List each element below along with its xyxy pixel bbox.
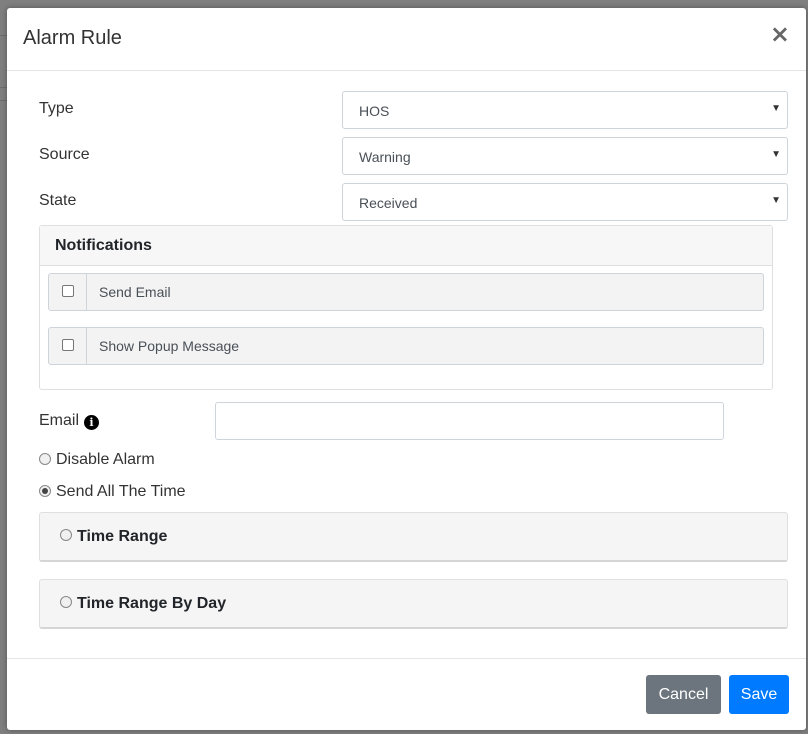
chevron-down-icon: ▼ bbox=[771, 103, 781, 114]
state-select[interactable]: Received ▼ bbox=[342, 183, 788, 221]
disable-alarm-label: Disable Alarm bbox=[56, 451, 155, 468]
save-button[interactable]: Save bbox=[729, 675, 789, 714]
time-range-panel[interactable]: Time Range bbox=[39, 512, 788, 562]
checkbox-addon bbox=[49, 328, 87, 364]
source-label: Source bbox=[39, 146, 90, 163]
state-row: State Received ▼ bbox=[39, 183, 789, 221]
send-email-option: Send Email bbox=[48, 273, 764, 311]
type-row: Type HOS ▼ bbox=[39, 91, 789, 129]
type-label: Type bbox=[39, 100, 74, 117]
modal-title: Alarm Rule bbox=[23, 27, 122, 49]
email-input[interactable] bbox=[215, 402, 724, 440]
state-label: State bbox=[39, 192, 77, 209]
source-select[interactable]: Warning ▼ bbox=[342, 137, 788, 175]
show-popup-option: Show Popup Message bbox=[48, 327, 764, 365]
modal-header: Alarm Rule × bbox=[7, 8, 806, 71]
disable-alarm-radio[interactable] bbox=[39, 453, 51, 465]
modal-footer: Cancel Save bbox=[7, 658, 806, 730]
time-range-by-day-radio[interactable] bbox=[60, 596, 72, 608]
show-popup-checkbox[interactable] bbox=[62, 339, 74, 351]
send-all-time-radio[interactable] bbox=[39, 485, 51, 497]
send-email-checkbox[interactable] bbox=[62, 285, 74, 297]
notifications-card: Notifications Send Email Show Popup Mess… bbox=[39, 225, 773, 390]
chevron-down-icon: ▼ bbox=[771, 195, 781, 206]
time-range-radio[interactable] bbox=[60, 529, 72, 541]
email-label: Email bbox=[39, 412, 80, 429]
cancel-button[interactable]: Cancel bbox=[646, 675, 721, 714]
checkbox-addon bbox=[49, 274, 87, 310]
type-select-value: HOS bbox=[359, 103, 390, 119]
chevron-down-icon: ▼ bbox=[771, 149, 781, 160]
info-icon[interactable]: i bbox=[84, 415, 99, 430]
alarm-rule-dialog: Alarm Rule × Type HOS ▼ Source Warning ▼… bbox=[7, 8, 806, 730]
notifications-header: Notifications bbox=[40, 226, 772, 266]
source-row: Source Warning ▼ bbox=[39, 137, 789, 175]
type-select[interactable]: HOS ▼ bbox=[342, 91, 788, 129]
show-popup-label: Show Popup Message bbox=[99, 338, 240, 354]
source-select-value: Warning bbox=[359, 149, 411, 165]
send-email-label: Send Email bbox=[99, 284, 171, 300]
close-icon[interactable]: × bbox=[770, 22, 790, 46]
time-range-by-day-panel[interactable]: Time Range By Day bbox=[39, 579, 788, 629]
state-select-value: Received bbox=[359, 195, 418, 211]
time-range-by-day-label: Time Range By Day bbox=[77, 595, 227, 612]
send-all-time-label: Send All The Time bbox=[56, 483, 186, 500]
time-range-label: Time Range bbox=[77, 528, 168, 545]
